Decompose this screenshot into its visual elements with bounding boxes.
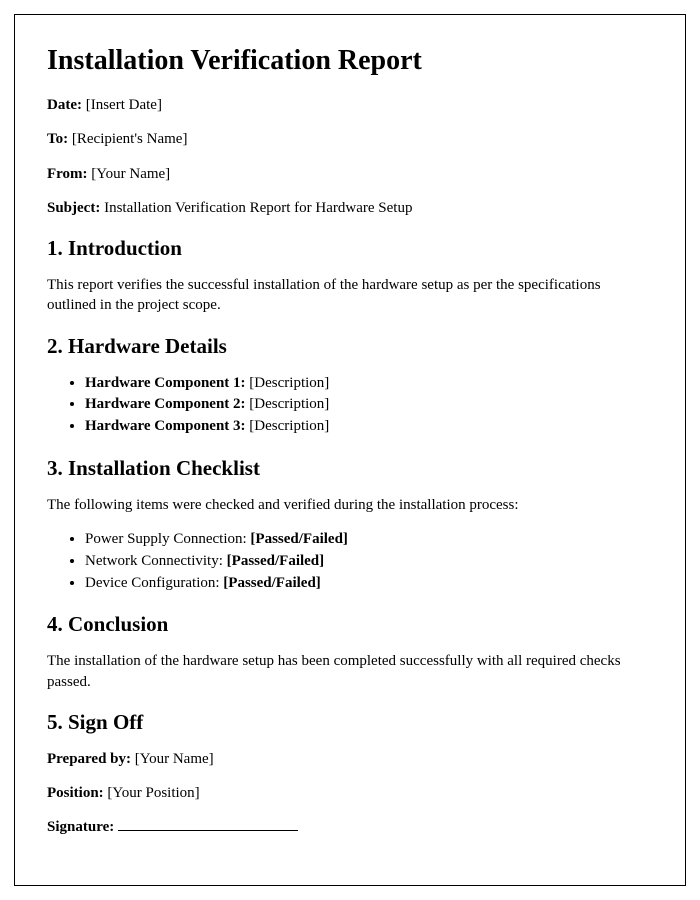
list-item: Network Connectivity: [Passed/Failed] bbox=[85, 551, 653, 573]
signoff-signature-label: Signature: bbox=[47, 819, 114, 835]
hw-item-label: Hardware Component 2: bbox=[85, 396, 246, 412]
hw-item-label: Hardware Component 3: bbox=[85, 418, 246, 434]
meta-from-value: [Your Name] bbox=[88, 166, 171, 182]
section-intro-heading: 1. Introduction bbox=[47, 236, 653, 261]
meta-subject-value: Installation Verification Report for Har… bbox=[100, 200, 412, 216]
hw-item-value: [Description] bbox=[246, 418, 330, 434]
meta-to-value: [Recipient's Name] bbox=[68, 131, 187, 147]
meta-date-value: [Insert Date] bbox=[82, 97, 162, 113]
list-item: Device Configuration: [Passed/Failed] bbox=[85, 573, 653, 595]
signoff-signature: Signature: bbox=[47, 817, 653, 837]
signoff-position-value: [Your Position] bbox=[104, 785, 200, 801]
section-signoff-heading: 5. Sign Off bbox=[47, 710, 653, 735]
hardware-list: Hardware Component 1: [Description] Hard… bbox=[85, 373, 653, 438]
hw-item-value: [Description] bbox=[246, 396, 330, 412]
signoff-position-label: Position: bbox=[47, 785, 104, 801]
hw-item-label: Hardware Component 1: bbox=[85, 375, 246, 391]
meta-subject-label: Subject: bbox=[47, 200, 100, 216]
meta-subject: Subject: Installation Verification Repor… bbox=[47, 198, 653, 218]
signoff-prepared: Prepared by: [Your Name] bbox=[47, 749, 653, 769]
check-item-status: [Passed/Failed] bbox=[250, 531, 348, 547]
section-checklist-heading: 3. Installation Checklist bbox=[47, 456, 653, 481]
check-item-label: Power Supply Connection: bbox=[85, 531, 250, 547]
signoff-prepared-label: Prepared by: bbox=[47, 751, 131, 767]
hw-item-value: [Description] bbox=[246, 375, 330, 391]
meta-from-label: From: bbox=[47, 166, 88, 182]
section-intro-text: This report verifies the successful inst… bbox=[47, 275, 653, 316]
check-item-label: Network Connectivity: bbox=[85, 553, 227, 569]
meta-date-label: Date: bbox=[47, 97, 82, 113]
check-item-status: [Passed/Failed] bbox=[227, 553, 325, 569]
list-item: Power Supply Connection: [Passed/Failed] bbox=[85, 529, 653, 551]
check-item-label: Device Configuration: bbox=[85, 575, 223, 591]
section-conclusion-text: The installation of the hardware setup h… bbox=[47, 651, 653, 692]
section-hardware-heading: 2. Hardware Details bbox=[47, 334, 653, 359]
meta-date: Date: [Insert Date] bbox=[47, 95, 653, 115]
meta-to-label: To: bbox=[47, 131, 68, 147]
section-conclusion-heading: 4. Conclusion bbox=[47, 612, 653, 637]
page-title: Installation Verification Report bbox=[47, 45, 653, 77]
signature-line bbox=[118, 830, 298, 831]
signoff-position: Position: [Your Position] bbox=[47, 783, 653, 803]
document-page: Installation Verification Report Date: [… bbox=[14, 14, 686, 886]
meta-to: To: [Recipient's Name] bbox=[47, 129, 653, 149]
check-item-status: [Passed/Failed] bbox=[223, 575, 321, 591]
list-item: Hardware Component 3: [Description] bbox=[85, 416, 653, 438]
section-checklist-intro: The following items were checked and ver… bbox=[47, 495, 653, 515]
checklist-list: Power Supply Connection: [Passed/Failed]… bbox=[85, 529, 653, 594]
signoff-prepared-value: [Your Name] bbox=[131, 751, 214, 767]
list-item: Hardware Component 1: [Description] bbox=[85, 373, 653, 395]
meta-from: From: [Your Name] bbox=[47, 164, 653, 184]
list-item: Hardware Component 2: [Description] bbox=[85, 394, 653, 416]
